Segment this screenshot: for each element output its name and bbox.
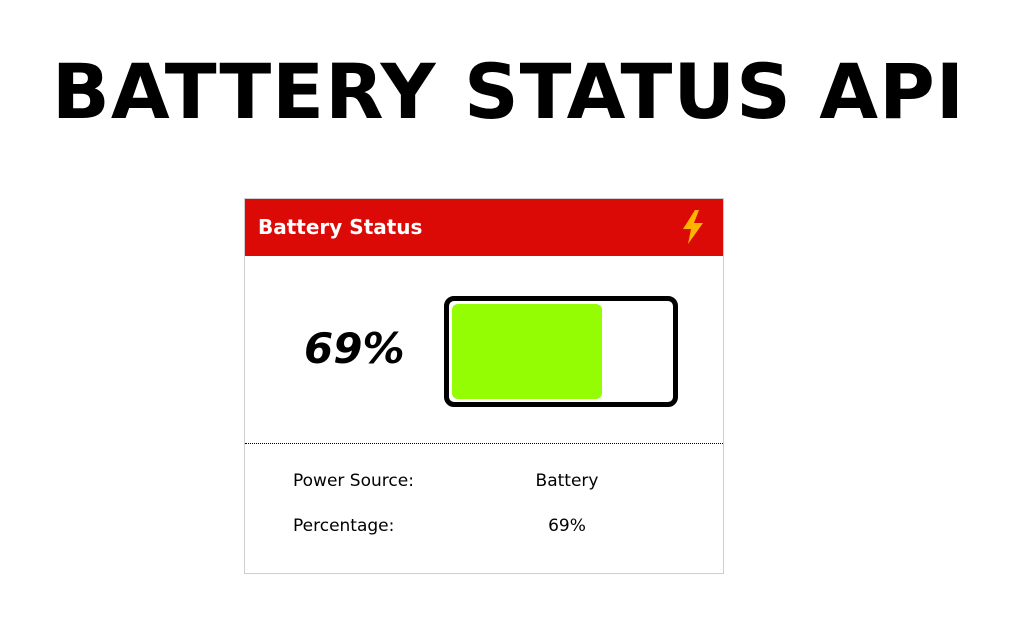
battery-track — [452, 304, 670, 399]
card-title: Battery Status — [258, 215, 423, 239]
section-divider — [245, 443, 723, 444]
card-header: Battery Status — [245, 199, 723, 256]
battery-percentage-display: 69% — [304, 324, 405, 373]
percentage-label: Percentage: — [293, 516, 395, 536]
page-title: BATTERY STATUS API — [51, 47, 966, 136]
battery-gauge — [444, 296, 678, 407]
battery-level-fill — [452, 304, 603, 399]
power-source-label: Power Source: — [293, 471, 414, 491]
lightning-bolt-icon — [682, 210, 704, 244]
battery-status-card: Battery Status 69% Power Source: Battery… — [244, 198, 724, 574]
percentage-value: 69% — [548, 516, 586, 536]
power-source-value: Battery — [535, 471, 599, 491]
